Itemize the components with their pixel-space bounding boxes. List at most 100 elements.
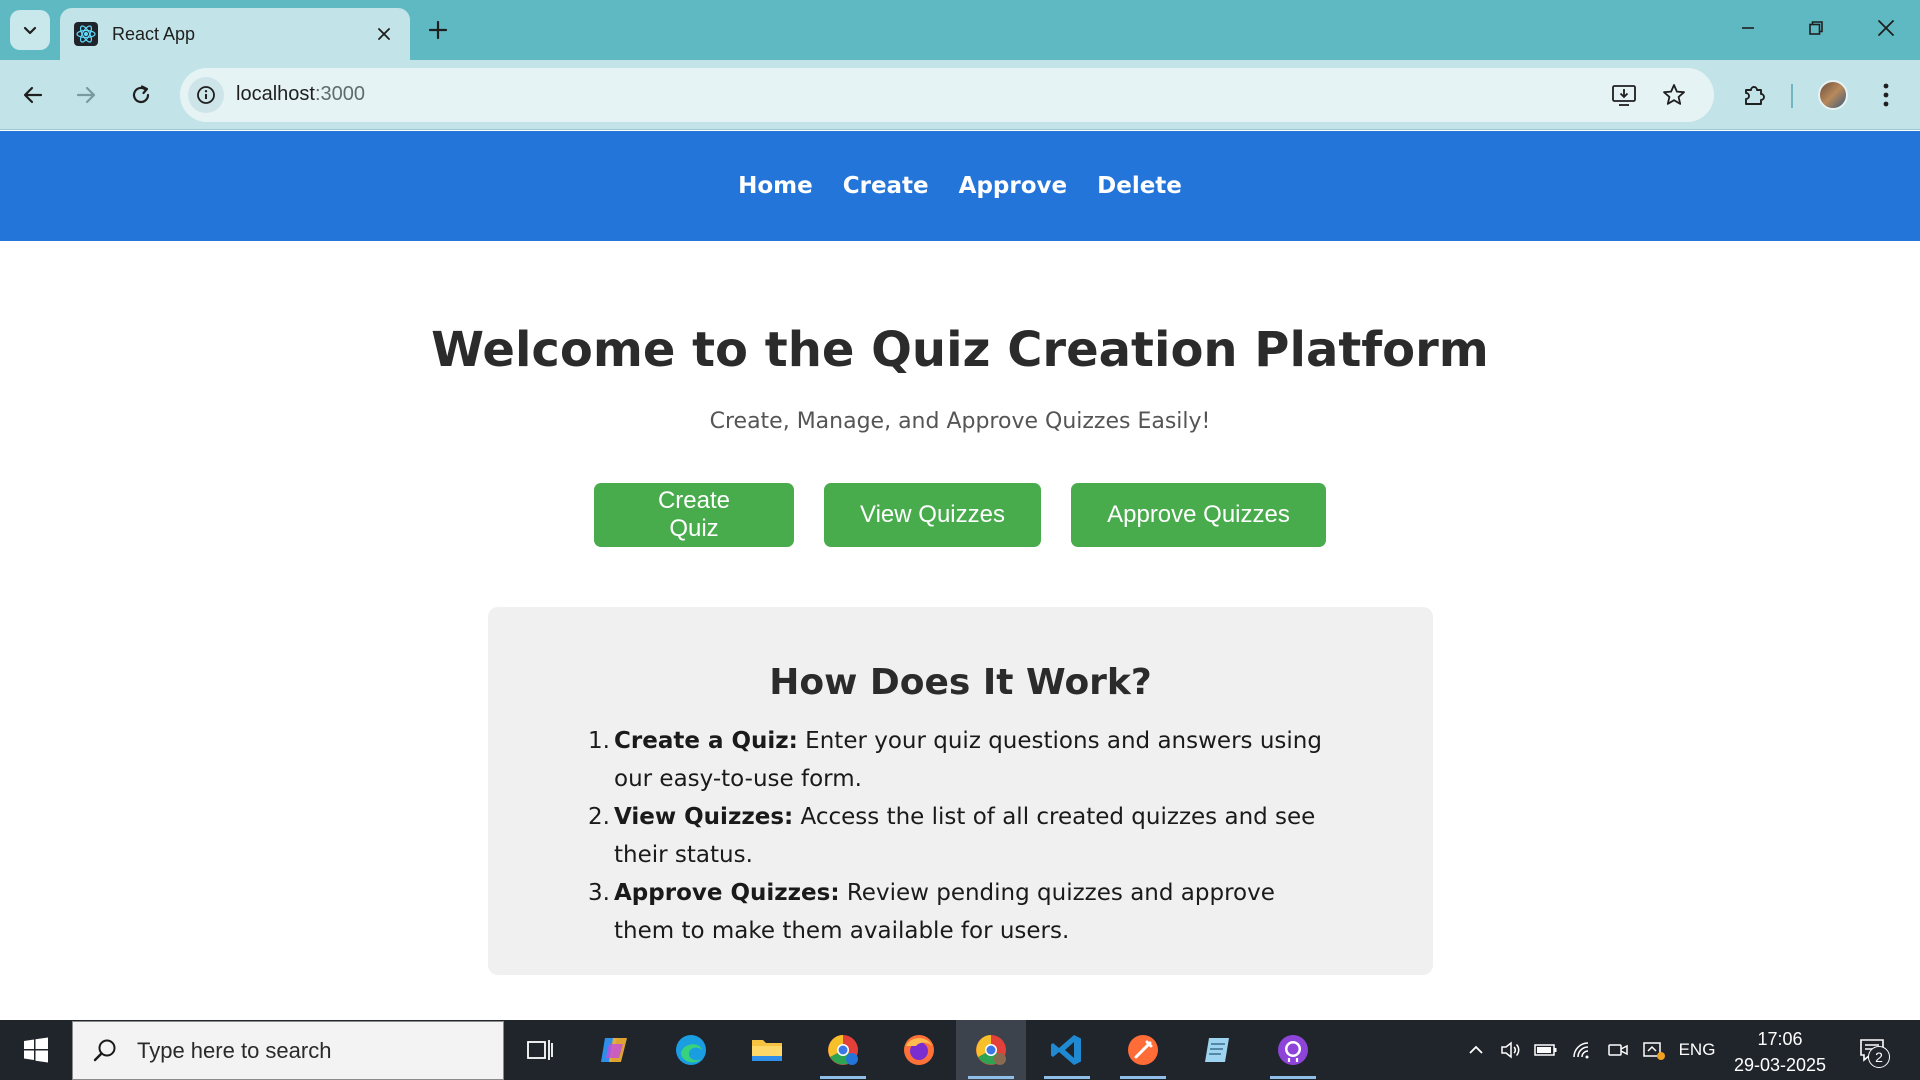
bookmark-button[interactable] [1658, 79, 1690, 111]
task-view-icon [527, 1040, 553, 1060]
taskbar-app-postman[interactable] [1108, 1020, 1178, 1080]
url-text[interactable]: localhost:3000 [236, 83, 365, 106]
browser-tab-bar: React App [0, 0, 1920, 60]
show-hidden-icons-button[interactable] [1460, 1020, 1492, 1080]
chrome-icon [976, 1035, 1006, 1065]
create-quiz-button[interactable]: Create Quiz [594, 483, 794, 547]
nav-link-approve[interactable]: Approve [959, 173, 1067, 199]
forward-button[interactable] [66, 75, 106, 115]
running-indicator [1044, 1076, 1090, 1079]
star-icon [1663, 84, 1685, 105]
language-indicator[interactable]: ENG [1674, 1020, 1720, 1080]
taskbar-clock[interactable]: 17:06 29-03-2025 [1720, 1026, 1840, 1078]
volume-icon [1501, 1041, 1520, 1059]
search-icon [87, 1033, 123, 1069]
browser-menu-button[interactable] [1866, 75, 1906, 115]
notepad-icon [1205, 1038, 1229, 1062]
taskbar-app-edge[interactable] [656, 1020, 726, 1080]
tab-title: React App [112, 23, 196, 44]
camera-icon [1608, 1044, 1628, 1056]
site-info-button[interactable] [188, 77, 224, 113]
restore-button[interactable] [1786, 6, 1846, 50]
arrow-left-icon [23, 86, 43, 104]
copilot-icon [601, 1038, 627, 1062]
list-item: 1. Create a Quiz: Enter your quiz questio… [588, 722, 1334, 798]
reload-button[interactable] [121, 75, 161, 115]
volume-button[interactable] [1495, 1020, 1527, 1080]
profile-button[interactable] [1813, 75, 1853, 115]
running-indicator [1120, 1076, 1166, 1079]
firefox-icon [904, 1035, 934, 1065]
update-icon [1643, 1042, 1665, 1060]
taskbar-app-chrome[interactable] [956, 1020, 1026, 1080]
security-button[interactable] [1638, 1020, 1670, 1080]
file-explorer-icon [752, 1040, 782, 1061]
browser-toolbar: localhost:3000 [0, 60, 1920, 130]
edge-icon [676, 1035, 706, 1065]
battery-button[interactable] [1530, 1020, 1562, 1080]
address-bar[interactable]: localhost:3000 [180, 68, 1714, 122]
windows-icon [24, 1037, 48, 1063]
approve-quizzes-button[interactable]: Approve Quizzes [1071, 483, 1326, 547]
step-label: View Quizzes: [614, 804, 794, 830]
nav-link-delete[interactable]: Delete [1097, 173, 1182, 199]
view-quizzes-button[interactable]: View Quizzes [824, 483, 1041, 547]
windows-taskbar: Type here to search ENG 17:06 29-03-2025… [0, 1020, 1920, 1080]
github-desktop-icon [1278, 1035, 1308, 1065]
tab-search-button[interactable] [10, 10, 50, 50]
step-label: Create a Quiz: [614, 728, 798, 754]
back-button[interactable] [13, 75, 53, 115]
running-indicator [968, 1076, 1014, 1079]
step-label: Approve Quizzes: [614, 880, 840, 906]
install-icon [1612, 85, 1636, 106]
url-port: :3000 [314, 83, 365, 105]
nav-link-home[interactable]: Home [738, 173, 813, 199]
taskbar-app-github-desktop[interactable] [1258, 1020, 1328, 1080]
meet-now-button[interactable] [1602, 1020, 1634, 1080]
extensions-button[interactable] [1734, 75, 1774, 115]
running-indicator [820, 1076, 866, 1079]
taskbar-app-firefox[interactable] [884, 1020, 954, 1080]
chevron-down-icon [23, 26, 37, 35]
taskbar-app-notepad[interactable] [1184, 1020, 1254, 1080]
clock-time: 17:06 [1757, 1029, 1803, 1049]
restore-icon [1809, 21, 1823, 35]
nav-link-create[interactable]: Create [843, 173, 929, 199]
info-icon [197, 86, 215, 104]
list-item: 3. Approve Quizzes: Review pending quizze… [588, 874, 1334, 950]
page-subtitle: Create, Manage, and Approve Quizzes Easi… [709, 409, 1211, 434]
arrow-right-icon [76, 86, 96, 104]
task-view-button[interactable] [505, 1020, 575, 1080]
hero-actions: Create Quiz View Quizzes Approve Quizzes [0, 483, 1920, 547]
close-window-button[interactable] [1856, 6, 1916, 50]
taskbar-app-chrome-profile[interactable] [808, 1020, 878, 1080]
react-icon [74, 22, 98, 46]
battery-icon [1534, 1044, 1557, 1056]
browser-tab[interactable]: React App [60, 8, 410, 60]
taskbar-app-vscode[interactable] [1032, 1020, 1102, 1080]
list-item: 2. View Quizzes: Access the list of all c… [588, 798, 1334, 874]
notifications-button[interactable]: 2 [1852, 1030, 1892, 1070]
step-number: 3. [588, 880, 610, 906]
more-vertical-icon [1883, 83, 1889, 107]
minimize-icon [1742, 27, 1754, 29]
tab-close-button[interactable] [372, 22, 396, 46]
page-title: Welcome to the Quiz Creation Platform [431, 322, 1489, 378]
network-button[interactable] [1566, 1020, 1598, 1080]
start-button[interactable] [0, 1020, 72, 1080]
reload-icon [132, 85, 150, 104]
new-tab-button[interactable] [420, 12, 456, 48]
puzzle-icon [1745, 86, 1765, 105]
close-icon [1878, 20, 1894, 36]
clock-date: 29-03-2025 [1733, 1055, 1827, 1075]
minimize-button[interactable] [1718, 6, 1778, 50]
taskbar-app-copilot[interactable] [580, 1020, 650, 1080]
how-it-works-title: How Does It Work? [769, 662, 1152, 703]
taskbar-app-file-explorer[interactable] [732, 1020, 802, 1080]
taskbar-search[interactable]: Type here to search [72, 1021, 504, 1080]
chrome-profile-icon [828, 1035, 858, 1065]
install-app-button[interactable] [1608, 79, 1640, 111]
close-icon [378, 28, 390, 40]
plus-icon [428, 20, 448, 40]
url-host: localhost [236, 83, 315, 105]
